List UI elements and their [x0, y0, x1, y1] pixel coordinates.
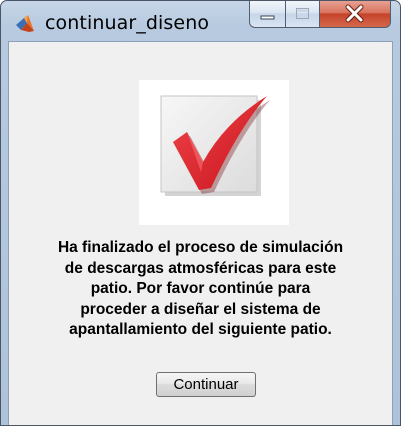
matlab-icon — [16, 15, 34, 32]
checkmark-image — [139, 80, 289, 225]
message-line: Ha finalizado el proceso de simulación — [57, 239, 344, 256]
dialog-window: continuar_diseno Ha finalizado el proces… — [0, 0, 401, 426]
continue-button[interactable]: Continuar — [156, 372, 256, 397]
checkmark-icon — [160, 95, 270, 196]
close-icon — [345, 4, 364, 23]
message-line: proceder a diseñar el sistema de — [80, 300, 321, 318]
window-title: continuar_diseno — [45, 12, 210, 34]
close-button[interactable] — [319, 1, 391, 28]
dialog-message: Ha finalizado el proceso de simulación d… — [23, 238, 378, 341]
dialog-content: Ha finalizado el proceso de simulación d… — [8, 41, 393, 425]
message-line: patio. Por favor continúe para — [90, 280, 311, 298]
minimize-button[interactable] — [249, 1, 286, 28]
message-line: de descargas atmosféricas para este — [64, 259, 337, 277]
message-line: apantallamiento del siguiente patio. — [69, 321, 332, 339]
title-bar[interactable]: continuar_diseno — [1, 1, 400, 41]
maximize-icon — [296, 8, 309, 19]
maximize-button[interactable] — [285, 1, 320, 28]
window-controls — [249, 1, 391, 29]
minimize-icon — [260, 15, 275, 20]
